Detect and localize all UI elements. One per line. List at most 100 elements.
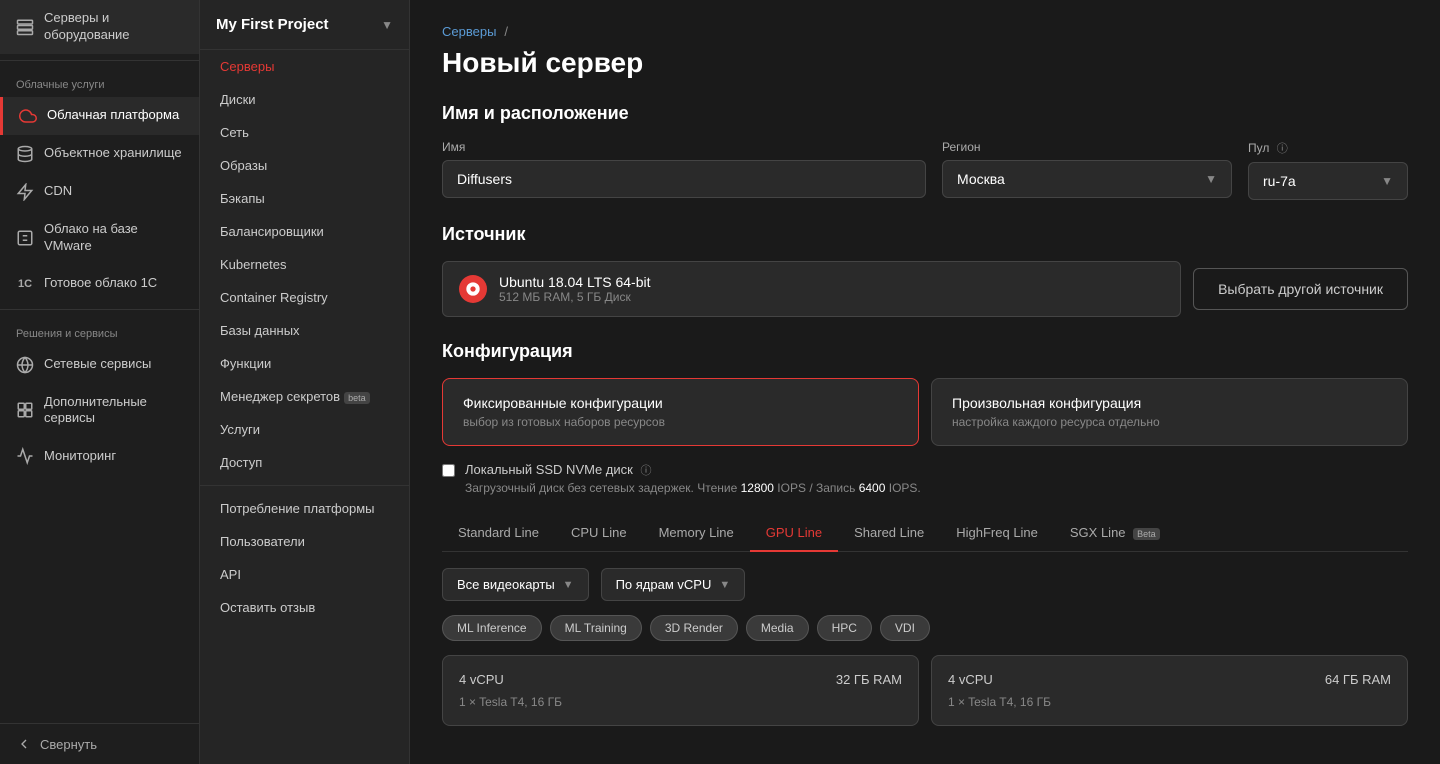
source-info: Ubuntu 18.04 LTS 64-bit 512 МБ RAM, 5 ГБ… <box>499 274 1164 304</box>
server-icon <box>16 18 34 36</box>
sidebar-collapse-area: Свернуть <box>0 723 199 764</box>
pool-help-icon[interactable]: ⓘ <box>1277 143 1288 155</box>
project-nav-disks[interactable]: Диски <box>200 83 409 116</box>
project-nav-users[interactable]: Пользователи <box>200 525 409 558</box>
server-card-1[interactable]: 4 vCPU 64 ГБ RAM 1 × Tesla T4, 16 ГБ <box>931 655 1408 726</box>
project-nav-container-registry[interactable]: Container Registry <box>200 281 409 314</box>
change-source-button[interactable]: Выбрать другой источник <box>1193 268 1408 310</box>
gpu-info-1: 1 × Tesla T4, 16 ГБ <box>948 695 1391 709</box>
vmware-icon <box>16 229 34 247</box>
name-location-form: Имя Регион Москва ▼ Пул ⓘ ru-7a ▼ <box>442 140 1408 200</box>
pool-value: ru-7a <box>1263 173 1296 189</box>
sidebar-item-object-storage[interactable]: Объектное хранилище <box>0 135 199 173</box>
project-nav-api[interactable]: API <box>200 558 409 591</box>
filter-tag-ml-training[interactable]: ML Training <box>550 615 642 641</box>
nvme-label: Локальный SSD NVMe диск ⓘ <box>465 462 921 478</box>
sidebar-item-label: Дополнительные сервисы <box>44 394 183 428</box>
config-options-row: Фиксированные конфигурации выбор из гото… <box>442 378 1408 446</box>
cloud-icon <box>19 107 37 125</box>
config-custom-card[interactable]: Произвольная конфигурация настройка кажд… <box>931 378 1408 446</box>
project-nav-images[interactable]: Образы <box>200 149 409 182</box>
nvme-read-val: 12800 <box>741 481 774 495</box>
filter-tag-vdi[interactable]: VDI <box>880 615 930 641</box>
filter-tag-3d-render[interactable]: 3D Render <box>650 615 738 641</box>
server-card-top-0: 4 vCPU 32 ГБ RAM <box>459 672 902 687</box>
config-tabs: Standard Line CPU Line Memory Line GPU L… <box>442 515 1408 552</box>
project-header: My First Project ▼ <box>200 0 409 50</box>
nvme-row: Локальный SSD NVMe диск ⓘ Загрузочный ди… <box>442 462 1408 495</box>
project-nav-balancers[interactable]: Балансировщики <box>200 215 409 248</box>
region-select[interactable]: Москва ▼ <box>942 160 1232 198</box>
tab-sgx-badge: Beta <box>1133 528 1160 540</box>
project-nav-network[interactable]: Сеть <box>200 116 409 149</box>
vcpu-label-0: 4 vCPU <box>459 672 504 687</box>
project-nav-divider <box>200 485 409 486</box>
sidebar-item-extra-services[interactable]: Дополнительные сервисы <box>0 384 199 438</box>
left-sidebar: Серверы и оборудование Облачные услуги О… <box>0 0 200 764</box>
pool-group: Пул ⓘ ru-7a ▼ <box>1248 140 1408 200</box>
project-nav-feedback[interactable]: Оставить отзыв <box>200 591 409 624</box>
project-nav-servers[interactable]: Серверы <box>200 50 409 83</box>
project-nav-kubernetes[interactable]: Kubernetes <box>200 248 409 281</box>
tab-gpu[interactable]: GPU Line <box>750 515 838 552</box>
sidebar-item-label: Готовое облако 1С <box>44 275 157 292</box>
project-nav-databases[interactable]: Базы данных <box>200 314 409 347</box>
filters-row: Все видеокарты ▼ По ядрам vCPU ▼ <box>442 568 1408 601</box>
gpu-filter-dropdown[interactable]: Все видеокарты ▼ <box>442 568 589 601</box>
project-panel: My First Project ▼ Серверы Диски Сеть Об… <box>200 0 410 764</box>
project-nav-backups[interactable]: Бэкапы <box>200 182 409 215</box>
sidebar-item-label: CDN <box>44 183 72 200</box>
pool-select[interactable]: ru-7a ▼ <box>1248 162 1408 200</box>
nvme-checkbox[interactable] <box>442 464 455 477</box>
config-fixed-title: Фиксированные конфигурации <box>463 395 898 411</box>
server-card-0[interactable]: 4 vCPU 32 ГБ RAM 1 × Tesla T4, 16 ГБ <box>442 655 919 726</box>
sidebar-item-servers-hardware[interactable]: Серверы и оборудование <box>0 0 199 54</box>
filter-tag-media[interactable]: Media <box>746 615 809 641</box>
name-group: Имя <box>442 140 926 198</box>
name-location-title: Имя и расположение <box>442 103 1408 124</box>
beta-badge: beta <box>344 392 370 404</box>
filter-tag-hpc[interactable]: HPC <box>817 615 872 641</box>
tab-standard[interactable]: Standard Line <box>442 515 555 552</box>
tab-cpu[interactable]: CPU Line <box>555 515 643 552</box>
tab-shared[interactable]: Shared Line <box>838 515 940 552</box>
project-nav-functions[interactable]: Функции <box>200 347 409 380</box>
cloud-services-label: Облачные услуги <box>0 67 199 97</box>
nvme-help-icon[interactable]: ⓘ <box>640 465 651 477</box>
project-dropdown-arrow[interactable]: ▼ <box>381 18 393 32</box>
project-nav-consumption[interactable]: Потребление платформы <box>200 492 409 525</box>
sidebar-item-cloud-platform[interactable]: Облачная платформа <box>0 97 199 135</box>
tab-memory[interactable]: Memory Line <box>643 515 750 552</box>
sidebar-item-1c[interactable]: 1С Готовое облако 1С <box>0 265 199 303</box>
name-input[interactable] <box>442 160 926 198</box>
region-value: Москва <box>957 171 1005 187</box>
source-os-meta: 512 МБ RAM, 5 ГБ Диск <box>499 290 1164 304</box>
gpu-filter-arrow-icon: ▼ <box>563 579 574 591</box>
server-card-top-1: 4 vCPU 64 ГБ RAM <box>948 672 1391 687</box>
source-os-name: Ubuntu 18.04 LTS 64-bit <box>499 274 1164 290</box>
sidebar-item-network-services[interactable]: Сетевые сервисы <box>0 346 199 384</box>
project-nav-secrets[interactable]: Менеджер секретовbeta <box>200 380 409 413</box>
sidebar-item-cdn[interactable]: CDN <box>0 173 199 211</box>
config-custom-desc: настройка каждого ресурса отдельно <box>952 415 1387 429</box>
config-fixed-card[interactable]: Фиксированные конфигурации выбор из гото… <box>442 378 919 446</box>
sort-filter-dropdown[interactable]: По ядрам vCPU ▼ <box>601 568 746 601</box>
name-label: Имя <box>442 140 926 154</box>
tab-sgx[interactable]: SGX Line Beta <box>1054 515 1176 552</box>
sidebar-item-monitoring[interactable]: Мониторинг <box>0 437 199 475</box>
ubuntu-icon <box>459 275 487 303</box>
filter-tag-ml-inference[interactable]: ML Inference <box>442 615 542 641</box>
breadcrumb-link[interactable]: Серверы <box>442 24 496 39</box>
config-fixed-desc: выбор из готовых наборов ресурсов <box>463 415 898 429</box>
ram-label-0: 32 ГБ RAM <box>836 672 902 687</box>
filter-tags: ML Inference ML Training 3D Render Media… <box>442 615 1408 641</box>
source-row: Ubuntu 18.04 LTS 64-bit 512 МБ RAM, 5 ГБ… <box>442 261 1408 317</box>
page-title: Новый сервер <box>442 47 1408 79</box>
project-nav-services[interactable]: Услуги <box>200 413 409 446</box>
gpu-filter-label: Все видеокарты <box>457 577 555 592</box>
sidebar-item-vmware[interactable]: Облако на базе VMware <box>0 211 199 265</box>
tab-highfreq[interactable]: HighFreq Line <box>940 515 1054 552</box>
collapse-button[interactable]: Свернуть <box>16 736 183 752</box>
project-nav-access[interactable]: Доступ <box>200 446 409 479</box>
tab-sgx-label: SGX Line <box>1070 525 1126 540</box>
